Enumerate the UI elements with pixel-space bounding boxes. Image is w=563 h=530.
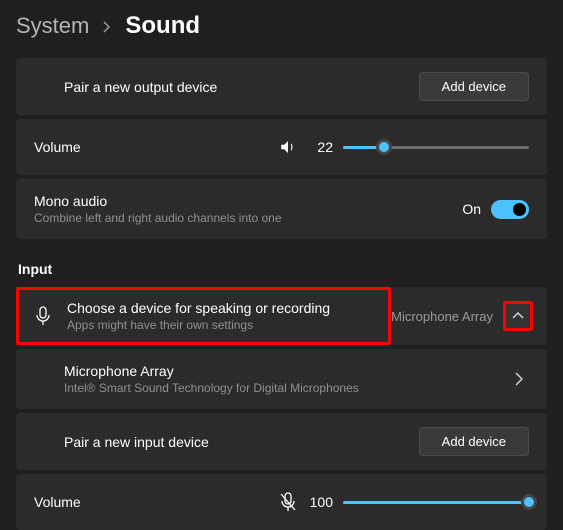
speaker-icon[interactable]	[279, 138, 297, 156]
add-input-device-button[interactable]: Add device	[419, 427, 529, 456]
breadcrumb-current: Sound	[125, 12, 200, 40]
chevron-right-icon	[509, 372, 529, 386]
input-device-subtitle: Intel® Smart Sound Technology for Digita…	[64, 381, 509, 395]
collapse-button[interactable]	[503, 301, 533, 331]
output-volume-row: Volume 22	[16, 119, 547, 175]
breadcrumb-parent[interactable]: System	[16, 13, 89, 39]
pair-input-label: Pair a new input device	[64, 434, 419, 450]
pair-output-row: Pair a new output device Add device	[16, 58, 547, 115]
mono-audio-subtitle: Combine left and right audio channels in…	[34, 211, 462, 225]
microphone-muted-icon[interactable]	[279, 492, 297, 512]
mono-audio-toggle[interactable]	[491, 200, 529, 219]
input-volume-label: Volume	[34, 494, 279, 510]
pair-input-row: Pair a new input device Add device	[16, 413, 547, 470]
add-output-device-button[interactable]: Add device	[419, 72, 529, 101]
highlight-choose-device: Choose a device for speaking or recordin…	[16, 287, 391, 345]
choose-input-device-row[interactable]: Choose a device for speaking or recordin…	[16, 287, 547, 345]
mono-audio-row: Mono audio Combine left and right audio …	[16, 179, 547, 239]
output-volume-label: Volume	[34, 139, 279, 155]
input-section-label: Input	[18, 261, 547, 277]
choose-device-subtitle: Apps might have their own settings	[67, 318, 376, 332]
output-volume-slider[interactable]	[343, 139, 529, 155]
microphone-icon	[33, 306, 53, 326]
input-volume-row: Volume 100	[16, 474, 547, 530]
input-volume-value: 100	[307, 494, 333, 510]
pair-output-label: Pair a new output device	[64, 79, 419, 95]
chevron-up-icon	[512, 312, 524, 320]
breadcrumb: System Sound	[16, 12, 547, 40]
output-volume-value: 22	[307, 139, 333, 155]
mono-audio-title: Mono audio	[34, 193, 462, 209]
selected-input-device: Microphone Array	[391, 309, 493, 324]
input-device-item[interactable]: Microphone Array Intel® Smart Sound Tech…	[16, 349, 547, 409]
input-volume-slider[interactable]	[343, 494, 529, 510]
input-device-title: Microphone Array	[64, 363, 509, 379]
chevron-right-icon	[103, 21, 111, 33]
mono-audio-state: On	[462, 201, 481, 217]
choose-device-title: Choose a device for speaking or recordin…	[67, 300, 376, 316]
